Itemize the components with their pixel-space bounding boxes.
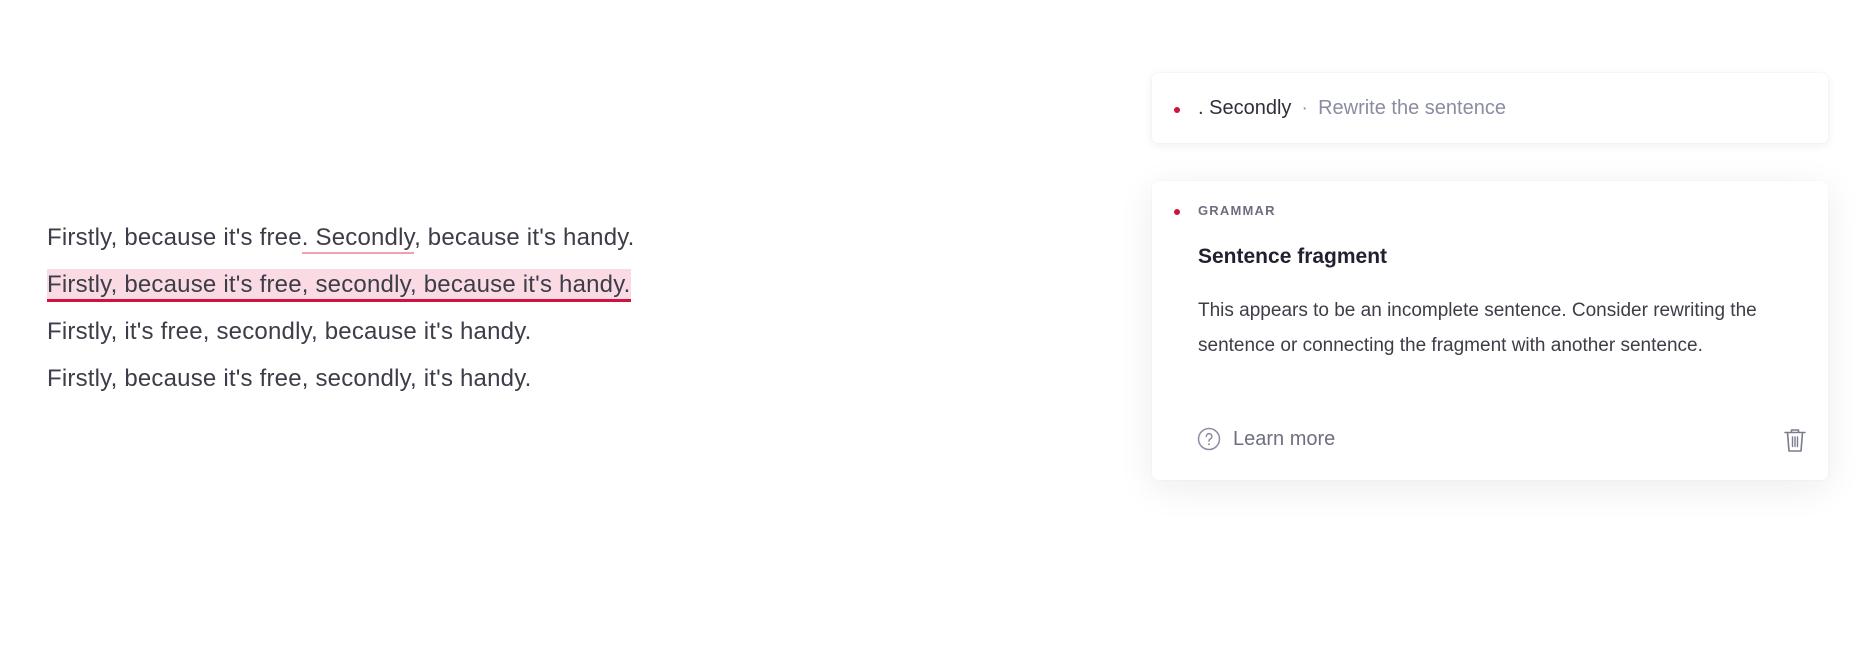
editor-line-4[interactable]: Firstly, because it's free, secondly, it… [47, 361, 635, 408]
line-1-after: , because it's handy. [414, 224, 635, 251]
learn-more-label: Learn more [1233, 427, 1336, 450]
trash-icon [1784, 429, 1806, 452]
card-title: Sentence fragment [1198, 245, 1388, 268]
learn-more-link[interactable]: Learn more [1197, 425, 1335, 453]
card-description: This appears to be an incomplete sentenc… [1198, 300, 1757, 356]
category-label: GRAMMAR [1198, 203, 1276, 218]
collapsed-action: Rewrite the sentence [1318, 97, 1506, 119]
red-dot-indicator [1174, 209, 1180, 215]
editor-text-area[interactable]: Firstly, because it's free. Secondly, be… [47, 220, 635, 408]
highlighted-sentence[interactable]: Firstly, because it's free, secondly, be… [47, 269, 631, 302]
suggestion-card-expanded[interactable]: GRAMMAR Sentence fragment This appears t… [1152, 181, 1828, 480]
question-circle-icon [1197, 427, 1221, 451]
suggestion-card-collapsed[interactable]: . Secondly · Rewrite the sentence [1152, 73, 1828, 143]
dismiss-button[interactable] [1780, 425, 1810, 455]
line-4-text: Firstly, because it's free, secondly, it… [47, 365, 532, 392]
red-dot-indicator [1174, 107, 1180, 113]
editor-line-2[interactable]: Firstly, because it's free, secondly, be… [47, 267, 635, 314]
editor-line-3[interactable]: Firstly, it's free, secondly, because it… [47, 314, 635, 361]
collapsed-suggestion-row[interactable]: . Secondly · Rewrite the sentence [1198, 73, 1506, 143]
collapsed-word: . Secondly [1198, 97, 1292, 119]
line-1-before: Firstly, because it's free [47, 224, 302, 251]
line-3-text: Firstly, it's free, secondly, because it… [47, 318, 532, 345]
editor-line-1[interactable]: Firstly, because it's free. Secondly, be… [47, 220, 635, 267]
separator-dot: · [1301, 97, 1309, 119]
flagged-phrase-secondly[interactable]: . Secondly [301, 224, 415, 254]
